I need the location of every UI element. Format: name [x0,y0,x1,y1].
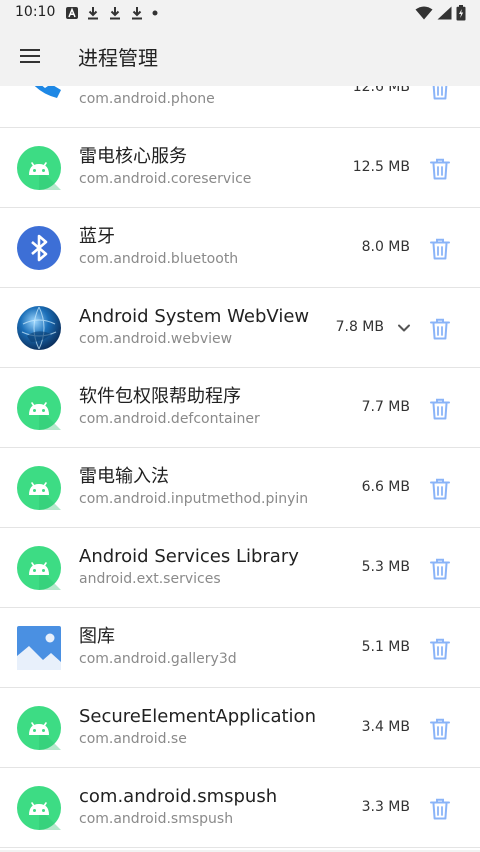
process-memory-size: 3.4 MB [361,719,410,735]
process-package: com.android.webview [79,331,233,347]
process-row[interactable]: 雷电输入法 com.android.inputmethod.pinyin 6.6 M… [0,448,480,528]
process-memory-size: 12.5 MB [352,159,410,175]
process-package: com.android.coreservice [79,171,252,187]
status-notification-icons [66,5,158,21]
process-text: 图库 com.android.gallery3d [79,626,334,668]
process-package: android.ext.services [79,571,221,587]
signal-icon [437,6,452,20]
process-memory-size: 6.6 MB [361,479,410,495]
process-memory-size: 3.3 MB [361,799,410,815]
process-package: com.android.gallery3d [79,651,237,667]
process-name: 移动数据 [79,86,334,88]
gallery-icon [17,626,61,670]
process-package: com.android.smspush [79,811,234,827]
bluetooth-icon [17,226,61,270]
process-row[interactable]: SecureElementApplication com.android.se 3.… [0,688,480,768]
process-row[interactable]: com.android.smspush com.android.smspush 3.… [0,768,480,848]
process-row[interactable]: Android Services Library android.ext.serv… [0,528,480,608]
status-system-icons [415,5,466,21]
process-name: 软件包权限帮助程序 [79,386,241,407]
process-package: com.android.se [79,731,187,747]
wifi-icon [415,6,433,20]
trash-icon[interactable] [428,477,452,501]
process-name: 雷电输入法 [79,466,169,487]
process-text: Android System WebView com.android.webvie… [79,306,334,348]
trash-icon[interactable] [428,86,452,101]
process-row[interactable]: 移动数据 com.android.phone 12.6 MB [0,86,480,128]
trash-icon[interactable] [428,557,452,581]
download-icon [88,7,98,20]
process-memory-size: 12.6 MB [352,86,410,95]
process-package: com.android.phone [79,91,215,107]
menu-icon[interactable] [12,38,48,74]
download-icon [132,7,142,20]
battery-icon [456,5,466,21]
process-name: Android Services Library [79,546,299,567]
process-package: com.android.inputmethod.pinyin [79,491,309,507]
process-name: 图库 [79,626,115,647]
process-row[interactable]: 蓝牙 com.android.bluetooth 8.0 MB [0,208,480,288]
trash-icon[interactable] [428,317,452,341]
process-name: Android System WebView [79,306,310,327]
android-icon [17,466,61,510]
android-icon [17,786,61,830]
process-memory-size: 8.0 MB [361,239,410,255]
android-icon [17,706,61,750]
process-name: 雷电核心服务 [79,146,187,167]
process-row[interactable]: Android System WebView com.android.webvie… [0,288,480,368]
android-icon [17,386,61,430]
process-memory-size: 7.8 MB [335,319,384,335]
trash-icon[interactable] [428,797,452,821]
trash-icon[interactable] [428,157,452,181]
process-memory-size: 7.7 MB [361,399,410,415]
status-bar: 10:10 [0,0,480,26]
status-time: 10:10 [15,4,56,20]
process-row[interactable]: 图库 com.android.gallery3d 5.1 MB [0,608,480,688]
app-bar: 进程管理 [0,26,480,86]
process-text: Android Services Library android.ext.serv… [79,546,334,588]
android-icon [17,546,61,590]
process-text: 蓝牙 com.android.bluetooth [79,226,334,268]
process-row[interactable]: 雷电核心服务 com.android.coreservice 12.5 MB [0,128,480,208]
trash-icon[interactable] [428,637,452,661]
dot-icon [152,10,158,16]
a-notification-icon [66,7,78,19]
download-icon [110,7,120,20]
process-text: SecureElementApplication com.android.se [79,706,334,748]
process-package: com.android.bluetooth [79,251,239,267]
chevron-down-icon[interactable] [394,318,414,338]
process-text: 软件包权限帮助程序 com.android.defcontainer [79,386,334,428]
trash-icon[interactable] [428,717,452,741]
process-name: SecureElementApplication [79,706,316,727]
process-row[interactable]: 软件包权限帮助程序 com.android.defcontainer 7.7 MB [0,368,480,448]
trash-icon[interactable] [428,397,452,421]
process-text: com.android.smspush com.android.smspush [79,786,334,828]
process-package: com.android.defcontainer [79,411,260,427]
process-list[interactable]: 移动数据 com.android.phone 12.6 MB 雷电核心服务 com.an… [0,86,480,852]
phone-icon [17,86,61,110]
process-memory-size: 5.1 MB [361,639,410,655]
process-memory-size: 5.3 MB [361,559,410,575]
android-icon [17,146,61,190]
webview-icon [17,306,61,350]
process-list-content: 移动数据 com.android.phone 12.6 MB 雷电核心服务 com.an… [0,86,480,848]
process-text: 移动数据 com.android.phone [79,86,334,108]
trash-icon[interactable] [428,237,452,261]
process-text: 雷电核心服务 com.android.coreservice [79,146,334,188]
process-name: 蓝牙 [79,226,115,247]
page-title: 进程管理 [78,46,158,70]
process-text: 雷电输入法 com.android.inputmethod.pinyin [79,466,334,508]
process-name: com.android.smspush [79,786,278,807]
